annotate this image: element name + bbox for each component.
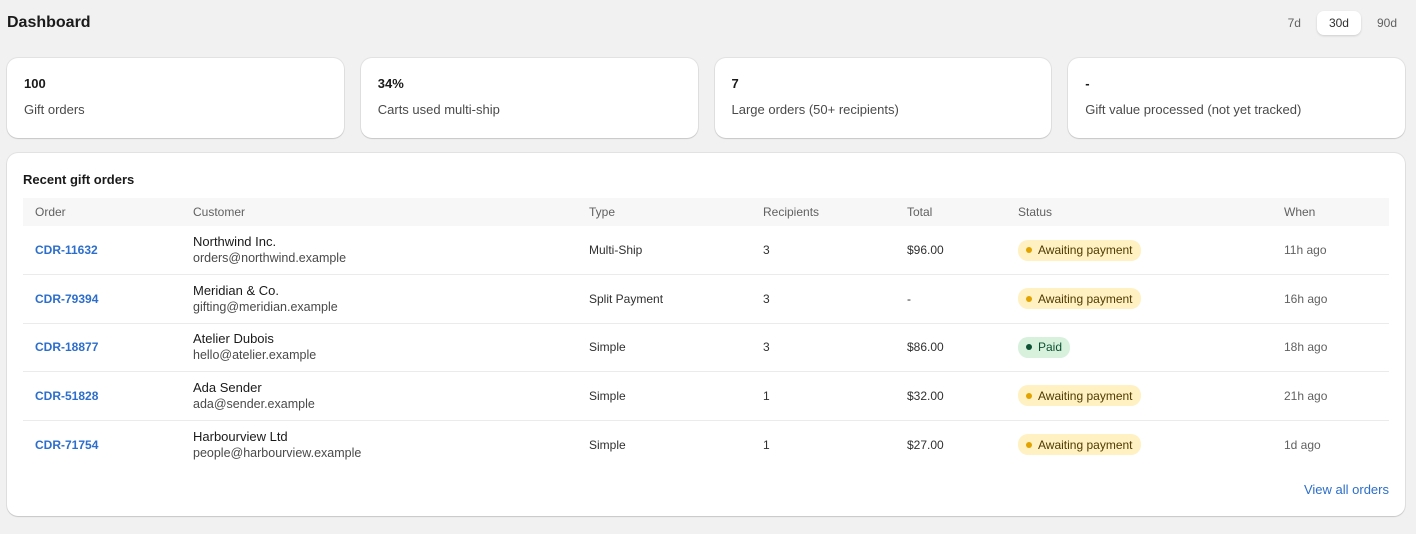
column-header-recipients[interactable]: Recipients	[751, 198, 895, 226]
stat-card-gift-orders: 100 Gift orders	[7, 58, 344, 138]
order-type: Split Payment	[589, 291, 664, 306]
status-badge: Awaiting payment	[1018, 239, 1141, 261]
order-time: 1d ago	[1284, 437, 1321, 452]
customer-name: Meridian & Co.	[193, 282, 279, 298]
customer-email: people@harbourview.example	[193, 445, 362, 460]
range-7d-button[interactable]: 7d	[1276, 11, 1313, 35]
status-text: Awaiting payment	[1038, 291, 1133, 306]
stat-card-gift-value: - Gift value processed (not yet tracked)	[1068, 58, 1405, 138]
customer-name: Ada Sender	[193, 379, 262, 395]
customer-email: ada@sender.example	[193, 396, 315, 411]
status-text: Awaiting payment	[1038, 437, 1133, 452]
order-link[interactable]: CDR-79394	[35, 292, 98, 306]
order-link[interactable]: CDR-71754	[35, 438, 98, 452]
order-total: $96.00	[907, 243, 944, 257]
column-header-order[interactable]: Order	[23, 198, 181, 226]
recipients-count: 3	[763, 340, 770, 355]
view-all-orders-link[interactable]: View all orders	[1304, 482, 1389, 497]
range-90d-button[interactable]: 90d	[1365, 11, 1409, 35]
recipients-count: 3	[763, 291, 770, 306]
status-badge: Awaiting payment	[1018, 434, 1141, 455]
status-badge: Paid	[1018, 336, 1071, 358]
customer-name: Harbourview Ltd	[193, 428, 288, 444]
column-header-status[interactable]: Status	[1006, 198, 1272, 226]
recent-orders-panel: Recent gift orders Order Customer Type R…	[7, 153, 1405, 516]
table-row[interactable]: CDR-51828 Ada Sender ada@sender.example …	[23, 372, 1389, 420]
order-total: $32.00	[907, 388, 944, 403]
table-header-row: Order Customer Type Recipients Total Sta…	[23, 198, 1389, 226]
order-time: 18h ago	[1284, 340, 1328, 355]
order-type: Multi-Ship	[589, 243, 643, 257]
recipients-count: 1	[763, 388, 770, 403]
status-text: Awaiting payment	[1038, 243, 1133, 257]
table-row[interactable]: CDR-71754 Harbourview Ltd people@harbour…	[23, 420, 1389, 469]
stat-card-large-orders: 7 Large orders (50+ recipients)	[714, 58, 1052, 138]
status-text: Awaiting payment	[1038, 388, 1133, 403]
table-row[interactable]: CDR-11632 Northwind Inc. orders@northwin…	[23, 226, 1389, 275]
status-text: Paid	[1038, 340, 1063, 355]
order-link[interactable]: CDR-18877	[35, 340, 98, 354]
order-link[interactable]: CDR-51828	[35, 389, 98, 403]
status-dot-icon	[1026, 344, 1032, 351]
panel-title: Recent gift orders	[23, 172, 135, 187]
order-time: 11h ago	[1284, 243, 1327, 257]
stat-card-multi-ship: 34% Carts used multi-ship	[360, 58, 698, 138]
order-total: -	[907, 291, 911, 306]
order-time: 16h ago	[1284, 291, 1328, 306]
orders-table: Order Customer Type Recipients Total Sta…	[23, 198, 1389, 469]
column-header-type[interactable]: Type	[577, 198, 751, 226]
stat-label: Large orders (50+ recipients)	[731, 102, 899, 117]
order-time: 21h ago	[1284, 388, 1328, 403]
page-title: Dashboard	[7, 14, 91, 31]
order-type: Simple	[589, 388, 626, 403]
table-row[interactable]: CDR-79394 Meridian & Co. gifting@meridia…	[23, 275, 1389, 323]
column-header-when[interactable]: When	[1272, 198, 1389, 226]
stats-row: 100 Gift orders 34% Carts used multi-shi…	[7, 58, 1405, 138]
stat-value: 34%	[377, 76, 404, 91]
recipients-count: 3	[763, 243, 770, 257]
order-type: Simple	[589, 340, 626, 355]
customer-name: Atelier Dubois	[193, 331, 274, 347]
customer-name: Northwind Inc.	[193, 234, 277, 249]
order-link[interactable]: CDR-11632	[35, 243, 98, 257]
status-dot-icon	[1026, 295, 1032, 302]
order-total: $86.00	[907, 340, 944, 355]
status-dot-icon	[1026, 247, 1032, 253]
stat-label: Gift value processed (not yet tracked)	[1085, 102, 1302, 117]
order-total: $27.00	[907, 437, 944, 452]
customer-email: gifting@meridian.example	[193, 299, 338, 314]
column-header-customer[interactable]: Customer	[181, 198, 577, 226]
recipients-count: 1	[763, 437, 770, 452]
page-header: Dashboard 7d 30d 90d	[7, 10, 1409, 36]
stat-value: 7	[731, 76, 739, 91]
order-type: Simple	[589, 437, 626, 452]
stat-label: Gift orders	[24, 102, 85, 117]
column-header-total[interactable]: Total	[895, 198, 1006, 226]
table-row[interactable]: CDR-18877 Atelier Dubois hello@atelier.e…	[23, 323, 1389, 372]
stat-value: 100	[24, 76, 46, 91]
status-badge: Awaiting payment	[1018, 288, 1141, 310]
stat-value: -	[1085, 76, 1090, 91]
status-dot-icon	[1026, 392, 1032, 399]
date-range-selector: 7d 30d 90d	[1276, 11, 1409, 35]
customer-email: hello@atelier.example	[193, 348, 317, 363]
stat-label: Carts used multi-ship	[377, 102, 500, 117]
status-dot-icon	[1026, 441, 1032, 448]
range-30d-button[interactable]: 30d	[1316, 11, 1361, 35]
customer-email: orders@northwind.example	[193, 251, 347, 265]
status-badge: Awaiting payment	[1018, 385, 1141, 407]
